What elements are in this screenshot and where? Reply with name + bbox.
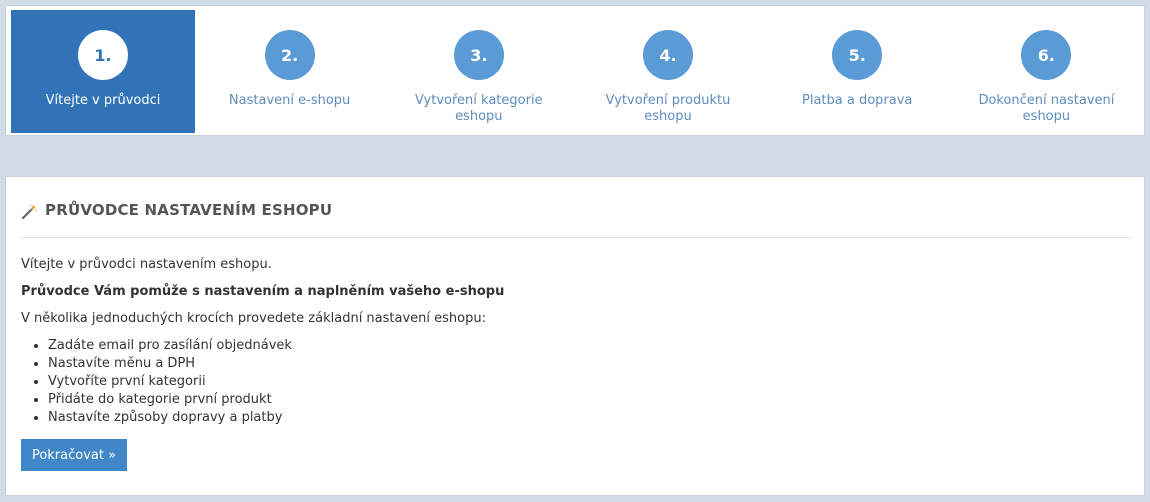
intro-text: Vítejte v průvodci nastavením eshopu.	[21, 257, 272, 272]
continue-button[interactable]: Pokračovat »	[21, 439, 127, 471]
bold-description: Průvodce Vám pomůže s nastavením a napln…	[21, 284, 505, 299]
step-number-badge: 5.	[832, 30, 883, 80]
step-label: Nastavení e-shopu	[228, 93, 351, 108]
magic-wand-icon	[21, 204, 37, 220]
wizard-step-4[interactable]: 4. Vytvoření produktu eshopu	[573, 10, 762, 133]
wizard-step-6[interactable]: 6. Dokončení nastavení eshopu	[952, 10, 1141, 133]
list-item: Nastavíte měnu a DPH	[48, 355, 1121, 373]
wizard-steps: 1. Vítejte v průvodci 2. Nastavení e-sho…	[11, 10, 1141, 133]
step-label: Dokončení nastavení eshopu	[978, 93, 1115, 124]
list-item: Vytvoříte první kategorii	[48, 373, 1121, 391]
wizard-step-2[interactable]: 2. Nastavení e-shopu	[195, 10, 384, 133]
list-item: Nastavíte způsoby dopravy a platby	[48, 409, 1121, 427]
panel-heading: PRŮVODCE NASTAVENÍM ESHOPU	[21, 201, 1131, 238]
step-label: Vytvoření kategorie eshopu	[415, 93, 543, 124]
step-number-badge: 6.	[1021, 30, 1072, 80]
wizard-step-3[interactable]: 3. Vytvoření kategorie eshopu	[384, 10, 573, 133]
step-number-badge: 3.	[453, 30, 504, 80]
step-number-badge: 4.	[643, 30, 693, 80]
step-number-badge: 1.	[78, 30, 128, 80]
wizard-step-5[interactable]: 5. Platba a doprava	[763, 10, 952, 133]
list-item: Zadáte email pro zasílání objednávek	[48, 337, 1121, 355]
panel-title: PRŮVODCE NASTAVENÍM ESHOPU	[45, 201, 333, 219]
step-label: Vytvoření produktu eshopu	[605, 93, 731, 124]
list-item: Přidáte do kategorie první produkt	[48, 391, 1121, 409]
feature-list: Zadáte email pro zasílání objednávek Nas…	[48, 337, 1121, 427]
step-number-badge: 2.	[264, 30, 315, 80]
wizard-steps-panel: 1. Vítejte v průvodci 2. Nastavení e-sho…	[5, 5, 1145, 136]
wizard-step-1[interactable]: 1. Vítejte v průvodci	[11, 10, 195, 133]
wizard-intro-panel: PRŮVODCE NASTAVENÍM ESHOPU Vítejte v prů…	[5, 176, 1145, 496]
panel-content: Vítejte v průvodci nastavením eshopu. Pr…	[21, 257, 1121, 427]
step-label: Platba a doprava	[802, 93, 913, 108]
step-label: Vítejte v průvodci	[45, 93, 161, 108]
steps-intro-text: V několika jednoduchých krocích provedet…	[21, 311, 486, 326]
